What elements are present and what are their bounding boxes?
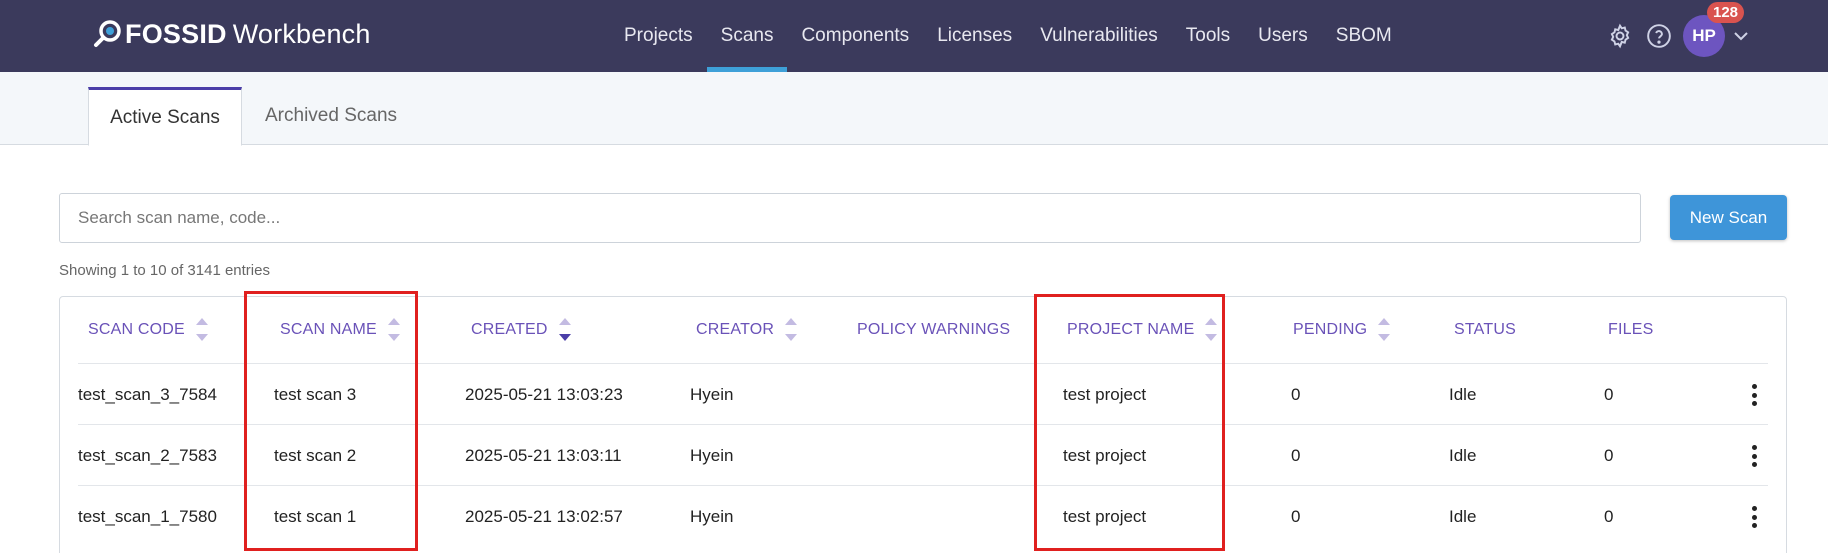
col-status-label: STATUS <box>1454 321 1516 338</box>
cell-creator: Hyein <box>690 384 734 404</box>
cell-pending: 0 <box>1291 506 1301 526</box>
nav-scans[interactable]: Scans <box>706 0 788 72</box>
gear-icon[interactable] <box>1605 21 1635 51</box>
magnifier-logo-icon <box>93 19 123 49</box>
col-files: FILES <box>1608 297 1653 363</box>
col-files-label: FILES <box>1608 321 1654 338</box>
col-status: STATUS <box>1454 297 1516 363</box>
col-scan-name-label: SCAN NAME <box>280 321 377 338</box>
cell-project-name: test project <box>1063 506 1147 526</box>
sort-icon[interactable] <box>784 315 798 345</box>
table-row[interactable]: test_scan_1_7580 test scan 1 2025-05-21 … <box>78 485 1768 546</box>
nav-licenses[interactable]: Licenses <box>923 0 1026 72</box>
avatar-initials: HP <box>1692 26 1716 45</box>
chevron-down-icon[interactable] <box>1731 26 1751 46</box>
nav-projects[interactable]: Projects <box>610 0 707 72</box>
col-creator[interactable]: CREATOR <box>696 297 798 363</box>
sort-icon[interactable] <box>387 315 401 345</box>
cell-project-name: test project <box>1063 384 1147 404</box>
logo-workbench-text: Workbench <box>232 18 371 49</box>
table-row[interactable]: test_scan_2_7583 test scan 2 2025-05-21 … <box>78 424 1768 485</box>
col-scan-code[interactable]: SCAN CODE <box>88 297 209 363</box>
cell-scan-name: test scan 3 <box>274 384 357 404</box>
col-scan-code-label: SCAN CODE <box>88 321 185 338</box>
sort-icon[interactable] <box>1377 315 1391 345</box>
logo-foss-text: FOSS <box>125 18 200 49</box>
row-menu-icon[interactable] <box>1744 380 1764 410</box>
nav-tools[interactable]: Tools <box>1172 0 1244 72</box>
col-project-name[interactable]: PROJECT NAME <box>1067 297 1218 363</box>
fossid-logo[interactable]: FOSSID Workbench <box>93 17 371 51</box>
sort-desc-icon[interactable] <box>558 315 572 345</box>
nav-vulnerabilities[interactable]: Vulnerabilities <box>1026 0 1172 72</box>
cell-scan-name: test scan 1 <box>274 506 357 526</box>
col-creator-label: CREATOR <box>696 321 775 338</box>
cell-project-name: test project <box>1063 445 1147 465</box>
row-menu-icon[interactable] <box>1744 502 1764 532</box>
entries-count: Showing 1 to 10 of 3141 entries <box>59 262 270 279</box>
cell-pending: 0 <box>1291 445 1301 465</box>
avatar[interactable]: HP 128 <box>1683 2 1745 57</box>
col-pending-label: PENDING <box>1293 321 1368 338</box>
col-scan-name[interactable]: SCAN NAME <box>280 297 401 363</box>
cell-scan-name: test scan 2 <box>274 445 357 465</box>
help-icon[interactable] <box>1644 21 1674 51</box>
cell-created: 2025-05-21 13:03:23 <box>465 384 623 404</box>
col-pending[interactable]: PENDING <box>1293 297 1391 363</box>
table-row[interactable]: test_scan_3_7584 test scan 3 2025-05-21 … <box>78 363 1768 424</box>
nav-components[interactable]: Components <box>787 0 923 72</box>
cell-created: 2025-05-21 13:02:57 <box>465 506 623 526</box>
col-created[interactable]: CREATED <box>471 297 572 363</box>
sort-icon[interactable] <box>1204 315 1218 345</box>
cell-created: 2025-05-21 13:03:11 <box>465 445 622 465</box>
cell-scan-code: test_scan_2_7583 <box>78 445 217 465</box>
cell-files: 0 <box>1604 384 1614 404</box>
cell-status: Idle <box>1449 384 1477 404</box>
col-policy-warnings: POLICY WARNINGS <box>857 297 1010 363</box>
nav-users[interactable]: Users <box>1244 0 1322 72</box>
top-navbar: FOSSID Workbench Projects Scans Component… <box>0 0 1828 72</box>
new-scan-button[interactable]: New Scan <box>1670 195 1787 240</box>
search-input[interactable] <box>59 193 1641 243</box>
scans-table: SCAN CODE SCAN NAME CREATED CREATOR POLI… <box>59 296 1787 553</box>
col-project-name-label: PROJECT NAME <box>1067 321 1195 338</box>
cell-status: Idle <box>1449 445 1477 465</box>
col-created-label: CREATED <box>471 321 548 338</box>
sort-icon[interactable] <box>195 315 209 345</box>
nav-sbom[interactable]: SBOM <box>1322 0 1406 72</box>
cell-files: 0 <box>1604 445 1614 465</box>
user-tools: HP 128 <box>1605 2 1751 58</box>
row-menu-icon[interactable] <box>1744 441 1764 471</box>
tab-archived-scans[interactable]: Archived Scans <box>243 87 419 145</box>
cell-pending: 0 <box>1291 384 1301 404</box>
cell-scan-code: test_scan_1_7580 <box>78 506 217 526</box>
cell-scan-code: test_scan_3_7584 <box>78 384 217 404</box>
cell-files: 0 <box>1604 506 1614 526</box>
logo-id-text: ID <box>199 18 227 49</box>
main-nav: Projects Scans Components Licenses Vulne… <box>610 0 1406 72</box>
cell-status: Idle <box>1449 506 1477 526</box>
cell-creator: Hyein <box>690 506 734 526</box>
cell-creator: Hyein <box>690 445 734 465</box>
table-header: SCAN CODE SCAN NAME CREATED CREATOR POLI… <box>60 297 1786 363</box>
col-policy-warnings-label: POLICY WARNINGS <box>857 321 1011 338</box>
notification-badge: 128 <box>1707 2 1745 23</box>
tab-active-scans[interactable]: Active Scans <box>88 87 242 146</box>
tab-bar: Active Scans Archived Scans <box>0 72 1828 146</box>
